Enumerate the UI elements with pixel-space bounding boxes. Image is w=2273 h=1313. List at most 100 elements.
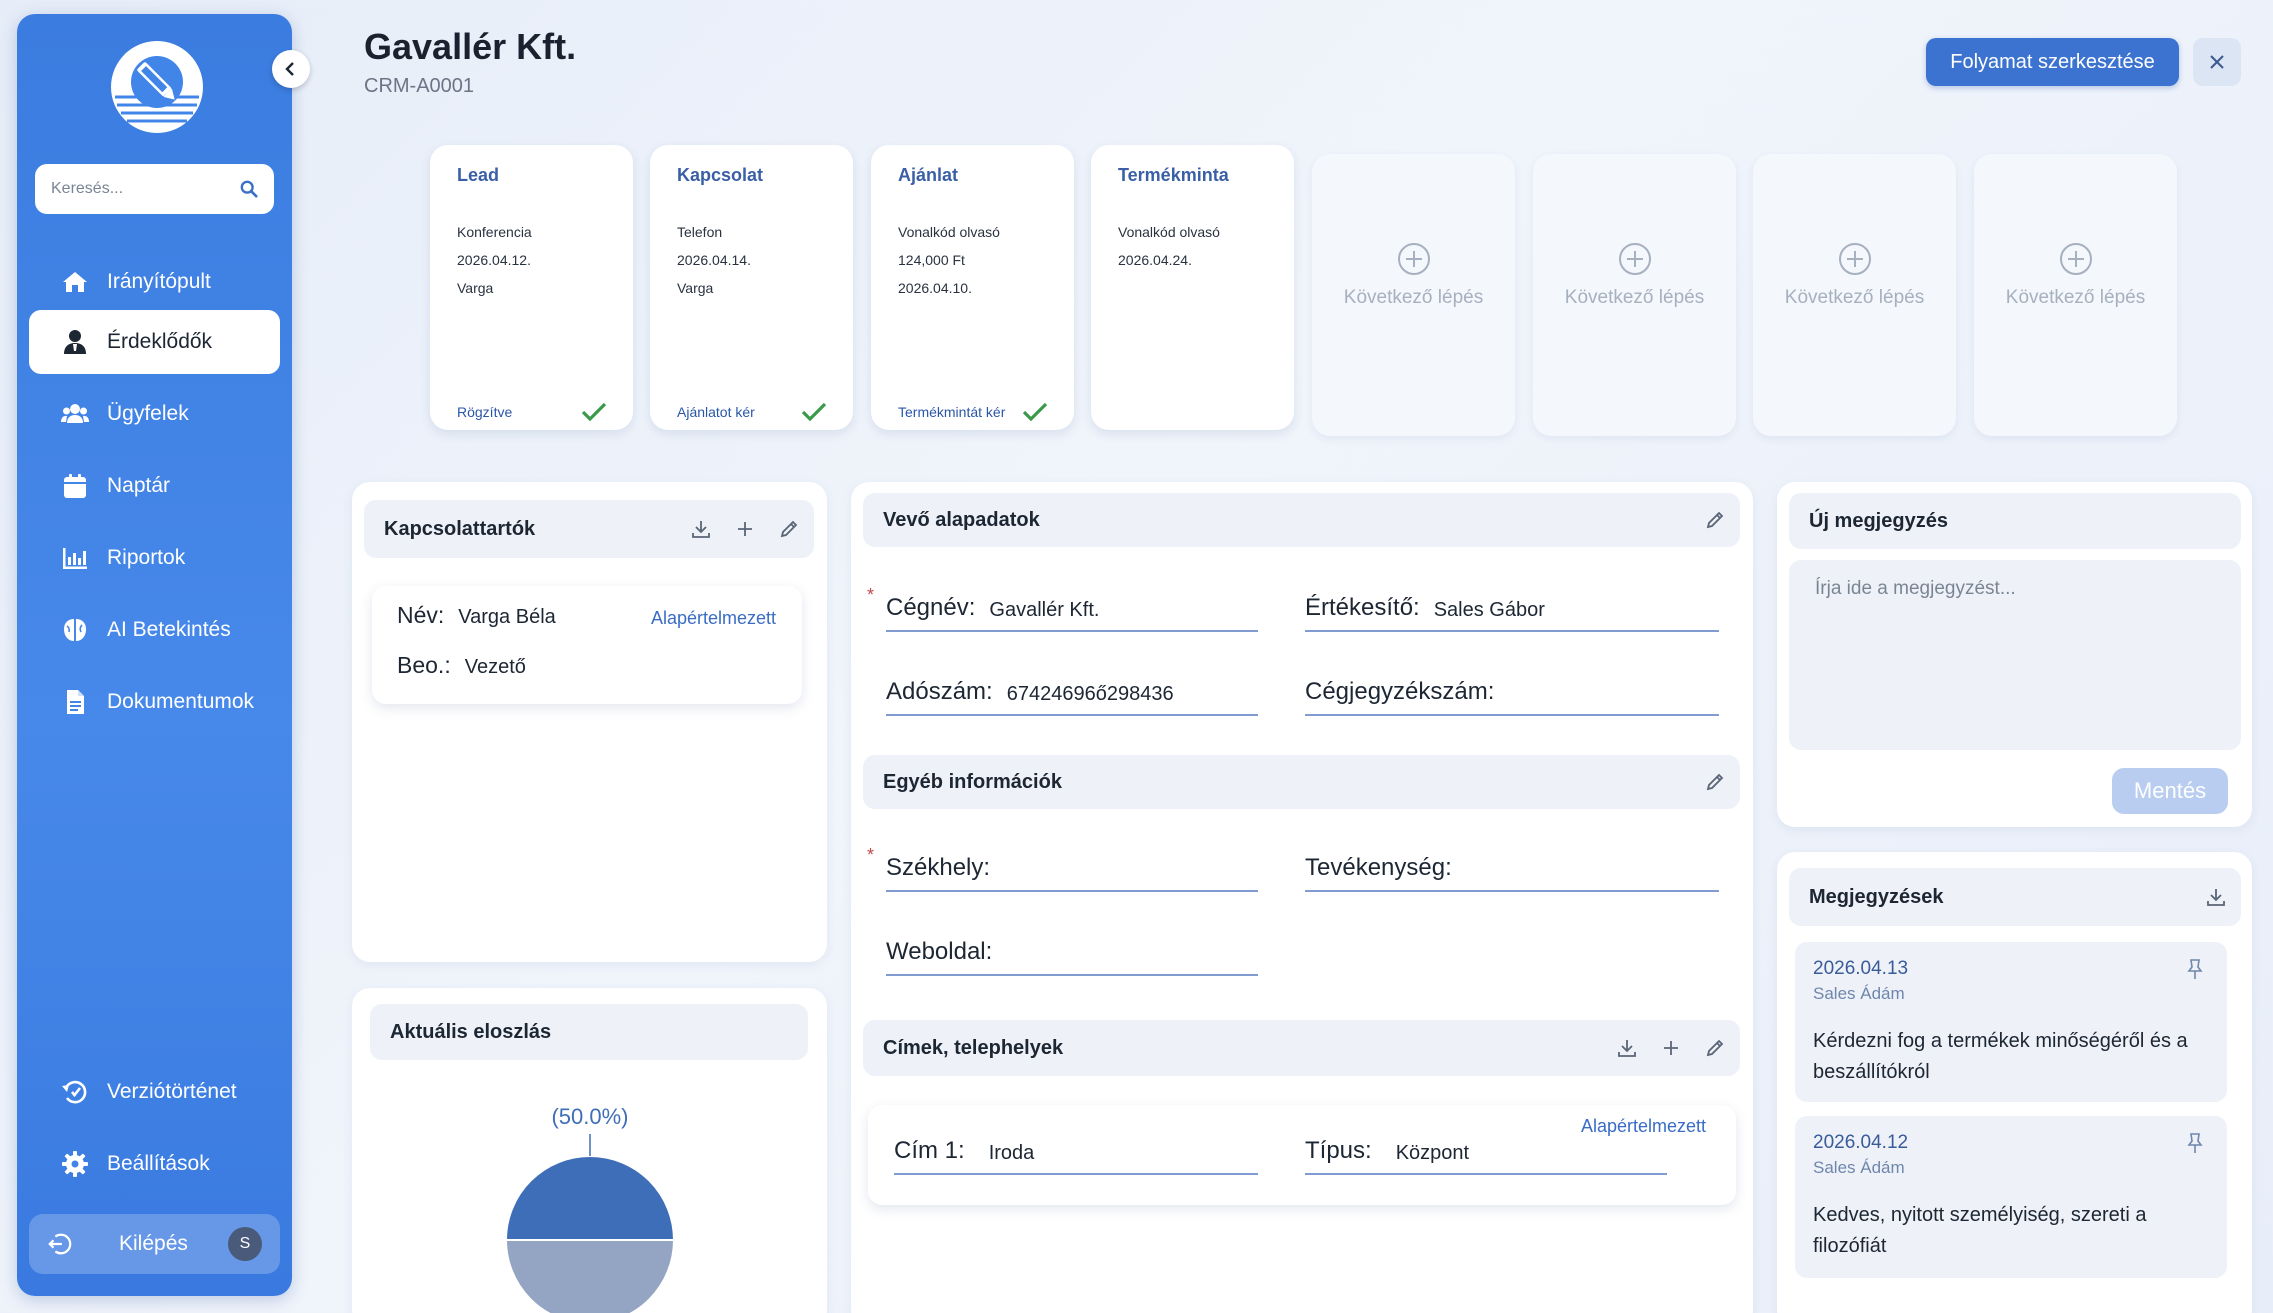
sales-rep-field[interactable]: Értékesítő: Sales Gábor bbox=[1305, 584, 1719, 632]
nav-calendar[interactable]: Naptár bbox=[29, 454, 280, 518]
addresses-header: Címek, telephelyek bbox=[863, 1020, 1740, 1076]
pipeline-step-sample[interactable]: Termékminta Vonalkód olvasó 2026.04.24. bbox=[1091, 145, 1294, 430]
nav-leads[interactable]: Érdeklődők bbox=[29, 310, 280, 374]
pie-slice bbox=[504, 1239, 676, 1313]
next-step-label: Következő lépés bbox=[1784, 287, 1925, 308]
logout-button[interactable]: Kilépés S bbox=[29, 1214, 280, 1274]
nav-label: Irányítópult bbox=[107, 270, 211, 293]
field-label: Székhely: bbox=[886, 854, 991, 881]
field-label: Típus: bbox=[1305, 1137, 1372, 1164]
note-item[interactable]: 2026.04.12 Sales Ádám Kedves, nyitott sz… bbox=[1795, 1116, 2227, 1278]
home-icon bbox=[63, 272, 87, 292]
step-detail: 2026.04.14. bbox=[677, 252, 751, 268]
step-detail: 2026.04.10. bbox=[898, 280, 972, 296]
website-field[interactable]: Weboldal: bbox=[886, 928, 1258, 976]
plus-circle-icon bbox=[1838, 243, 1871, 275]
nav-label: AI Betekintés bbox=[107, 618, 231, 641]
next-step-label: Következő lépés bbox=[1343, 287, 1484, 308]
check-icon bbox=[801, 402, 827, 422]
default-link[interactable]: Alapértelmezett bbox=[1581, 1116, 1706, 1137]
pin-icon[interactable] bbox=[2185, 958, 2205, 980]
note-text: Kedves, nyitott személyiség, szereti a f… bbox=[1813, 1204, 2147, 1257]
nav-settings[interactable]: Beállítások bbox=[29, 1132, 280, 1196]
nav-label: Verziótörténet bbox=[107, 1080, 237, 1103]
edit-icon[interactable] bbox=[1704, 1037, 1726, 1059]
note-date: 2026.04.12 bbox=[1813, 1132, 1909, 1153]
required-marker: * bbox=[867, 585, 875, 605]
step-detail: Telefon bbox=[677, 224, 723, 240]
pipeline-step-lead[interactable]: Lead Konferencia 2026.04.12. Varga Rögzí… bbox=[430, 145, 633, 430]
nav-label: Érdeklődők bbox=[107, 330, 213, 353]
edit-icon[interactable] bbox=[1704, 509, 1726, 531]
field-label: Weboldal: bbox=[886, 938, 993, 965]
download-icon[interactable] bbox=[1616, 1037, 1638, 1059]
note-date: 2026.04.13 bbox=[1813, 958, 1909, 979]
panel-title: Egyéb információk bbox=[883, 770, 1062, 793]
close-button[interactable] bbox=[2193, 38, 2241, 86]
edit-icon[interactable] bbox=[778, 518, 800, 540]
step-status: Ajánlatot kér bbox=[677, 404, 755, 420]
step-status: Termékmintát kér bbox=[898, 404, 1006, 420]
activity-field[interactable]: Tevékenység: bbox=[1305, 844, 1719, 892]
history-icon bbox=[62, 1080, 87, 1104]
nav-ai-insights[interactable]: AI Betekintés bbox=[29, 598, 280, 662]
search-input[interactable] bbox=[51, 180, 240, 198]
step-detail: Vonalkód olvasó bbox=[898, 224, 1000, 240]
download-icon[interactable] bbox=[690, 518, 712, 540]
tax-number-field[interactable]: Adószám: 67424696ő298436 bbox=[886, 668, 1258, 716]
save-note-button[interactable]: Mentés bbox=[2112, 768, 2228, 814]
company-reg-field[interactable]: Cégjegyzékszám: bbox=[1305, 668, 1719, 716]
sidebar-collapse-button[interactable] bbox=[272, 50, 310, 88]
nav-dashboard[interactable]: Irányítópult bbox=[29, 250, 280, 314]
nav-customers[interactable]: Ügyfelek bbox=[29, 382, 280, 446]
new-note-header: Új megjegyzés bbox=[1789, 493, 2241, 549]
nav-label: Dokumentumok bbox=[107, 690, 255, 713]
pipeline-step-offer[interactable]: Ajánlat Vonalkód olvasó 124,000 Ft 2026.… bbox=[871, 145, 1074, 430]
logout-icon bbox=[48, 1233, 72, 1255]
nav-label: Beállítások bbox=[107, 1152, 210, 1175]
edit-icon[interactable] bbox=[1704, 771, 1726, 793]
avatar[interactable]: S bbox=[228, 1227, 262, 1261]
chevron-left-icon bbox=[285, 62, 294, 76]
panel-title: Kapcsolattartók bbox=[384, 517, 536, 540]
field-label: Cégjegyzékszám: bbox=[1305, 678, 1495, 705]
step-title: Termékminta bbox=[1118, 165, 1229, 185]
pipeline-next-step[interactable]: Következő lépés bbox=[1974, 154, 2177, 436]
sidebar: Irányítópult Érdeklődők Ügyfelek Naptár … bbox=[17, 14, 292, 1296]
note-item[interactable]: 2026.04.13 Sales Ádám Kérdezni fog a ter… bbox=[1795, 942, 2227, 1102]
pipeline-next-step[interactable]: Következő lépés bbox=[1312, 154, 1515, 436]
address-card[interactable]: Cím 1: Iroda Típus: Központ Alapértelmez… bbox=[868, 1105, 1736, 1205]
pipeline-next-step[interactable]: Következő lépés bbox=[1753, 154, 1956, 436]
address-field: Cím 1: Iroda bbox=[894, 1127, 1258, 1175]
note-text: Kérdezni fog a termékek minőségéről és a… bbox=[1813, 1030, 2188, 1083]
download-icon[interactable] bbox=[2205, 886, 2227, 908]
page-title: Gavallér Kft. bbox=[364, 26, 577, 67]
nav-version-history[interactable]: Verziótörténet bbox=[29, 1060, 280, 1124]
user-tie-icon bbox=[64, 330, 86, 354]
pin-icon[interactable] bbox=[2185, 1132, 2205, 1154]
headquarters-field[interactable]: Székhely: bbox=[886, 844, 1258, 892]
panel-title: Vevő alapadatok bbox=[883, 508, 1040, 531]
contact-card[interactable]: Név: Varga Béla Beo.: Vezető Alapértelme… bbox=[372, 586, 802, 704]
step-detail: Varga bbox=[457, 280, 494, 296]
add-icon[interactable] bbox=[1660, 1037, 1682, 1059]
step-title: Lead bbox=[457, 165, 500, 185]
note-textarea[interactable] bbox=[1789, 560, 2241, 750]
pipeline-step-contact[interactable]: Kapcsolat Telefon 2026.04.14. Varga Aján… bbox=[650, 145, 853, 430]
add-icon[interactable] bbox=[734, 518, 756, 540]
search-icon[interactable] bbox=[240, 180, 258, 198]
other-info-header: Egyéb információk bbox=[863, 755, 1740, 809]
field-value: Iroda bbox=[988, 1142, 1035, 1164]
company-name-field[interactable]: Cégnév: Gavallér Kft. bbox=[886, 584, 1258, 632]
required-marker: * bbox=[867, 845, 875, 865]
pipeline-next-step[interactable]: Következő lépés bbox=[1533, 154, 1736, 436]
nav-documents[interactable]: Dokumentumok bbox=[29, 670, 280, 734]
users-icon bbox=[61, 404, 89, 423]
notes-header: Megjegyzések bbox=[1789, 868, 2241, 926]
default-link[interactable]: Alapértelmezett bbox=[651, 608, 776, 629]
bar-chart-icon bbox=[63, 548, 87, 569]
edit-flow-button[interactable]: Folyamat szerkesztése bbox=[1926, 38, 2179, 86]
nav-label: Ügyfelek bbox=[107, 402, 189, 425]
nav-reports[interactable]: Riportok bbox=[29, 526, 280, 590]
step-title: Ajánlat bbox=[898, 165, 959, 185]
